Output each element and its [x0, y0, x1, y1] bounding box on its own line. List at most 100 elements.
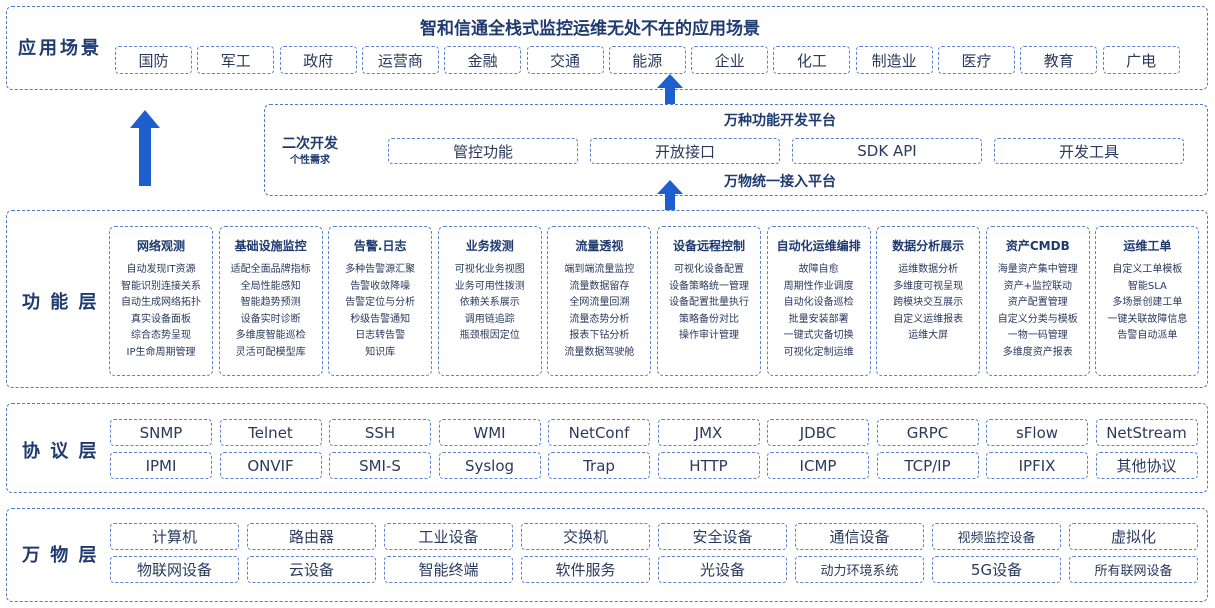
function-card-item: 秒级告警通知	[350, 313, 411, 325]
protocol-item: ICMP	[767, 452, 869, 479]
device-item: 安全设备	[658, 523, 787, 550]
scenario-item: 化工	[773, 46, 851, 74]
function-card-item: 批量安装部署	[788, 313, 849, 325]
function-card-item: 自定义工单模板	[1112, 264, 1183, 275]
function-card: 业务拨测 可视化业务视图 业务可用性拨测 依赖关系展示 调用链追踪 瓶颈根因定位	[437, 226, 542, 376]
function-card-item: 瓶颈根因定位	[459, 330, 520, 341]
function-card-item: 告警自动派单	[1117, 330, 1178, 341]
function-development-platform-title: 万种功能开发平台	[724, 113, 836, 129]
development-item: SDK API	[792, 138, 982, 164]
function-card-item: 知识库	[365, 346, 396, 358]
function-layer-label: 功 能 层	[22, 292, 99, 313]
protocol-item: NetStream	[1095, 419, 1198, 446]
scenario-item: 军工	[197, 46, 275, 74]
device-item: 工业设备	[384, 523, 513, 550]
device-item: 所有联网设备	[1069, 556, 1198, 583]
function-card-item: 周期性作业调度	[783, 280, 854, 292]
development-item: 管控功能	[388, 138, 578, 164]
function-card-item: 策略备份对比	[679, 313, 739, 325]
function-card-item: 可视化定制运维	[783, 346, 854, 358]
scenario-item: 教育	[1020, 46, 1098, 74]
scenario-item: 政府	[279, 46, 357, 74]
function-card-item: 多维度智能巡检	[235, 330, 306, 341]
function-card-item: 自动化设备巡检	[783, 297, 854, 308]
protocol-item: JDBC	[767, 419, 869, 446]
function-card-item: 设备配置批量执行	[669, 297, 749, 308]
application-scenarios-label: 应用场景	[18, 38, 102, 59]
protocol-item: Telnet	[219, 419, 322, 446]
function-card-item: 灵活可配模型库	[235, 346, 306, 358]
function-card-title: 业务拨测	[465, 239, 514, 253]
scenario-item: 广电	[1102, 46, 1180, 74]
function-card: 资产CMDB 海量资产集中管理 资产+监控联动 资产配置管理 自定义分类与模板 一物一码管…	[985, 226, 1090, 376]
protocol-item: JMX	[657, 419, 760, 446]
function-card-item: 全局性能感知	[240, 280, 301, 292]
function-card-item: 告警收敛降噪	[350, 280, 411, 292]
protocol-item: SSH	[329, 419, 431, 446]
scenario-item: 金融	[444, 46, 522, 74]
function-card: 告警.日志 多种告警源汇聚 告警收敛降噪 告警定位与分析 秒级告警通知 日志转告警 知识库	[328, 226, 433, 376]
function-card-item: 一键式灾备切换	[783, 330, 854, 341]
function-card-title: 网络观测	[136, 239, 185, 253]
device-item: 路由器	[247, 523, 376, 550]
function-card-item: 海量资产集中管理	[997, 264, 1078, 275]
function-card-item: 自动发现IT资源	[126, 264, 196, 275]
function-card: 设备远程控制 可视化设备配置 设备策略统一管理 设备配置批量执行 策略备份对比 操作审计管…	[657, 226, 761, 376]
function-card-item: 智能趋势预测	[240, 297, 301, 308]
scenario-item: 能源	[608, 46, 686, 74]
device-item: 动力环境系统	[795, 556, 924, 583]
scenario-item: 企业	[691, 46, 769, 74]
function-card-item: 流量态势分析	[569, 313, 630, 325]
function-card-item: 可视化业务视图	[454, 264, 525, 275]
protocol-item: sFlow	[986, 419, 1088, 446]
device-item: 虚拟化	[1069, 523, 1198, 550]
function-card-item: 故障自愈	[798, 264, 839, 275]
function-card-item: 跨模块交互展示	[893, 297, 964, 308]
function-card-item: 资产+监控联动	[1003, 280, 1072, 292]
scenario-item: 交通	[526, 46, 604, 74]
things-layer-label: 万 物 层	[22, 545, 99, 566]
protocol-item: 其他协议	[1095, 452, 1198, 479]
function-card-item: 操作审计管理	[679, 330, 739, 341]
function-card: 运维工单自定义工单模板 智能SLA 多场景创建工单 一键关联故障信息 告警自动派单	[1095, 226, 1200, 376]
protocol-item: GRPC	[876, 419, 979, 446]
function-card-item: 多维度资产报表	[1002, 346, 1073, 358]
function-card-item: 一键关联故障信息	[1107, 313, 1188, 325]
function-card-item: 综合态势呈现	[131, 330, 191, 341]
protocol-item: SMI-S	[329, 452, 431, 479]
function-card-item: 多维度可视呈现	[893, 280, 964, 292]
secondary-development-sublabel: 个性需求	[290, 155, 330, 166]
function-card-item: 多种告警源汇聚	[345, 264, 416, 275]
protocol-layer-label: 协 议 层	[22, 441, 99, 462]
scenario-item: 国防	[115, 46, 192, 74]
function-card-item: 流量数据驾驶舱	[564, 346, 635, 358]
function-card-item: 依赖关系展示	[459, 297, 520, 308]
protocol-item: IPMI	[110, 452, 212, 479]
secondary-development-label: 二次开发	[282, 136, 338, 152]
device-item: 视频监控设备	[932, 523, 1061, 550]
device-item: 软件服务	[521, 556, 650, 583]
function-card: 自动化运维编排 故障自愈 周期性作业调度 自动化设备巡检 批量安装部署 一键式灾备切换 可视…	[766, 226, 871, 376]
function-card-title: 资产CMDB	[1005, 239, 1070, 253]
function-card-item: 运维数据分析	[898, 264, 959, 275]
application-scenarios-title: 智和信通全栈式监控运维无处不在的应用场景	[420, 19, 760, 39]
scenario-item: 运营商	[361, 46, 439, 74]
function-card-title: 基础设施监控	[234, 239, 307, 253]
function-card-title: 设备远程控制	[672, 239, 745, 253]
function-card-item: 报表下钻分析	[569, 330, 630, 341]
device-item: 光设备	[658, 556, 787, 583]
protocol-layer-panel	[6, 403, 1208, 493]
function-card-title: 数据分析展示	[892, 239, 965, 253]
function-card-item: 多场景创建工单	[1112, 297, 1183, 308]
scenario-item: 制造业	[855, 46, 933, 74]
development-item: 开发工具	[994, 138, 1184, 164]
device-item: 5G设备	[932, 556, 1061, 583]
function-card-item: 智能SLA	[1127, 280, 1167, 292]
device-item: 计算机	[110, 523, 239, 550]
function-card-item: 流量数据留存	[569, 280, 630, 292]
function-card-title: 运维工单	[1123, 239, 1172, 253]
function-card-item: 适配全面品牌指标	[230, 264, 311, 275]
function-card: 流量透视 端到端流量监控 流量数据留存 全网流量回溯 流量态势分析 报表下钻分析 流量数据驾…	[547, 226, 652, 376]
protocol-item: WMI	[438, 419, 541, 446]
protocol-item: IPFIX	[986, 452, 1088, 479]
